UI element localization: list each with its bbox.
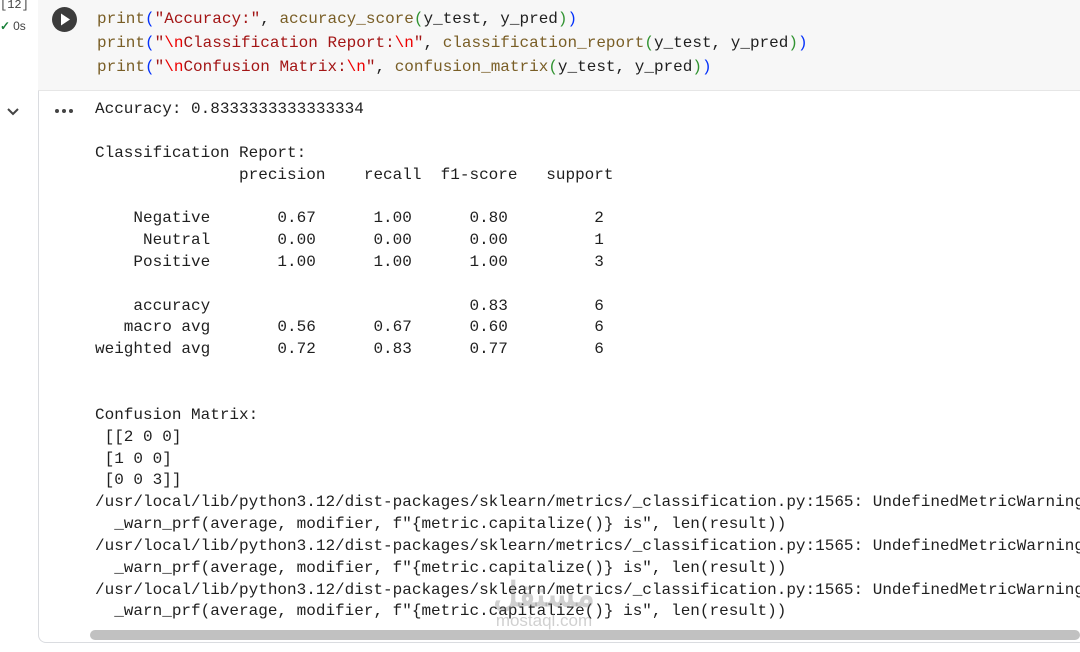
output-line: accuracy 0.83 6 (95, 296, 604, 315)
code-token: ( (644, 34, 654, 52)
cell-gutter: [12] ✓ 0s (0, 0, 38, 652)
code-token: Classification Report: (183, 34, 395, 52)
output-line: Confusion Matrix: (95, 405, 259, 424)
execution-status: ✓ 0s (0, 19, 26, 33)
code-token: y_pred (730, 34, 789, 52)
code-token: y_test (653, 34, 712, 52)
code-token: ) (788, 34, 798, 52)
play-icon (60, 13, 70, 26)
code-token: " (154, 58, 165, 76)
code-token: confusion_matrix (394, 58, 549, 76)
output-line: [[2 0 0] (95, 427, 182, 446)
code-token: print (97, 10, 146, 28)
code-line[interactable]: print("\nClassification Report:\n", clas… (97, 31, 808, 55)
collapse-output-button[interactable] (4, 104, 22, 120)
output-line: _warn_prf(average, modifier, f"{metric.c… (95, 558, 787, 577)
code-token: y_test (557, 58, 616, 76)
code-token: , (423, 34, 443, 52)
output-line: precision recall f1-score support (95, 165, 614, 184)
output-line: Accuracy: 0.8333333333333334 (95, 100, 364, 118)
cell-output: Accuracy: 0.8333333333333334 Classificat… (95, 99, 1080, 623)
code-line[interactable]: print("\nConfusion Matrix:\n", confusion… (97, 55, 808, 79)
execution-duration: 0s (13, 19, 26, 33)
code-token: \n (346, 58, 366, 76)
output-line: /usr/local/lib/python3.12/dist-packages/… (95, 493, 1080, 512)
code-token: y_pred (500, 10, 558, 28)
code-lines[interactable]: print("Accuracy:", accuracy_score(y_test… (97, 7, 808, 79)
code-token: ) (557, 10, 568, 28)
code-token: print (97, 34, 146, 52)
output-line: [0 0 3]] (95, 471, 182, 490)
code-token: , (711, 34, 731, 52)
code-token: , (615, 58, 635, 76)
code-token: accuracy_score (279, 10, 414, 28)
output-line: macro avg 0.56 0.67 0.60 6 (95, 318, 604, 337)
output-line: weighted avg 0.72 0.83 0.77 6 (95, 340, 604, 359)
output-line: Negative 0.67 1.00 0.80 2 (95, 209, 604, 228)
output-line: /usr/local/lib/python3.12/dist-packages/… (95, 536, 1080, 555)
code-line[interactable]: print("Accuracy:", accuracy_score(y_test… (97, 7, 808, 31)
more-horiz-icon (55, 109, 73, 113)
code-token: ) (567, 10, 578, 28)
code-token: y_test (423, 10, 482, 28)
code-token: ) (797, 34, 808, 52)
code-token: ( (145, 10, 155, 28)
run-cell-button[interactable] (52, 7, 77, 32)
output-line: Classification Report: (95, 143, 307, 162)
code-token: "Accuracy:" (154, 10, 261, 28)
code-token: ( (145, 34, 155, 52)
code-token: Confusion Matrix: (183, 58, 347, 76)
code-token: \n (164, 58, 184, 76)
code-token: " (154, 34, 165, 52)
code-token: \n (394, 34, 414, 52)
code-token: ( (548, 58, 558, 76)
output-line: Positive 1.00 1.00 1.00 3 (95, 252, 604, 271)
code-token: , (260, 10, 280, 28)
execution-count: [12] (0, 0, 29, 12)
output-line: _warn_prf(average, modifier, f"{metric.c… (95, 515, 787, 534)
code-token: classification_report (442, 34, 645, 52)
code-token: y_pred (634, 58, 693, 76)
output-line: Neutral 0.00 0.00 0.00 1 (95, 231, 604, 250)
output-line: [1 0 0] (95, 449, 172, 468)
code-token: , (375, 58, 395, 76)
code-token: ) (701, 58, 712, 76)
code-token: , (481, 10, 501, 28)
code-token: ) (692, 58, 702, 76)
output-actions-button[interactable] (53, 102, 75, 120)
code-token: ( (145, 58, 155, 76)
code-token: print (97, 58, 146, 76)
output-line: /usr/local/lib/python3.12/dist-packages/… (95, 580, 1080, 599)
chevron-down-icon (7, 108, 19, 116)
check-icon: ✓ (0, 19, 11, 33)
output-line: _warn_prf(average, modifier, f"{metric.c… (95, 602, 787, 621)
horizontal-scrollbar[interactable] (90, 630, 1080, 640)
code-token: \n (164, 34, 184, 52)
